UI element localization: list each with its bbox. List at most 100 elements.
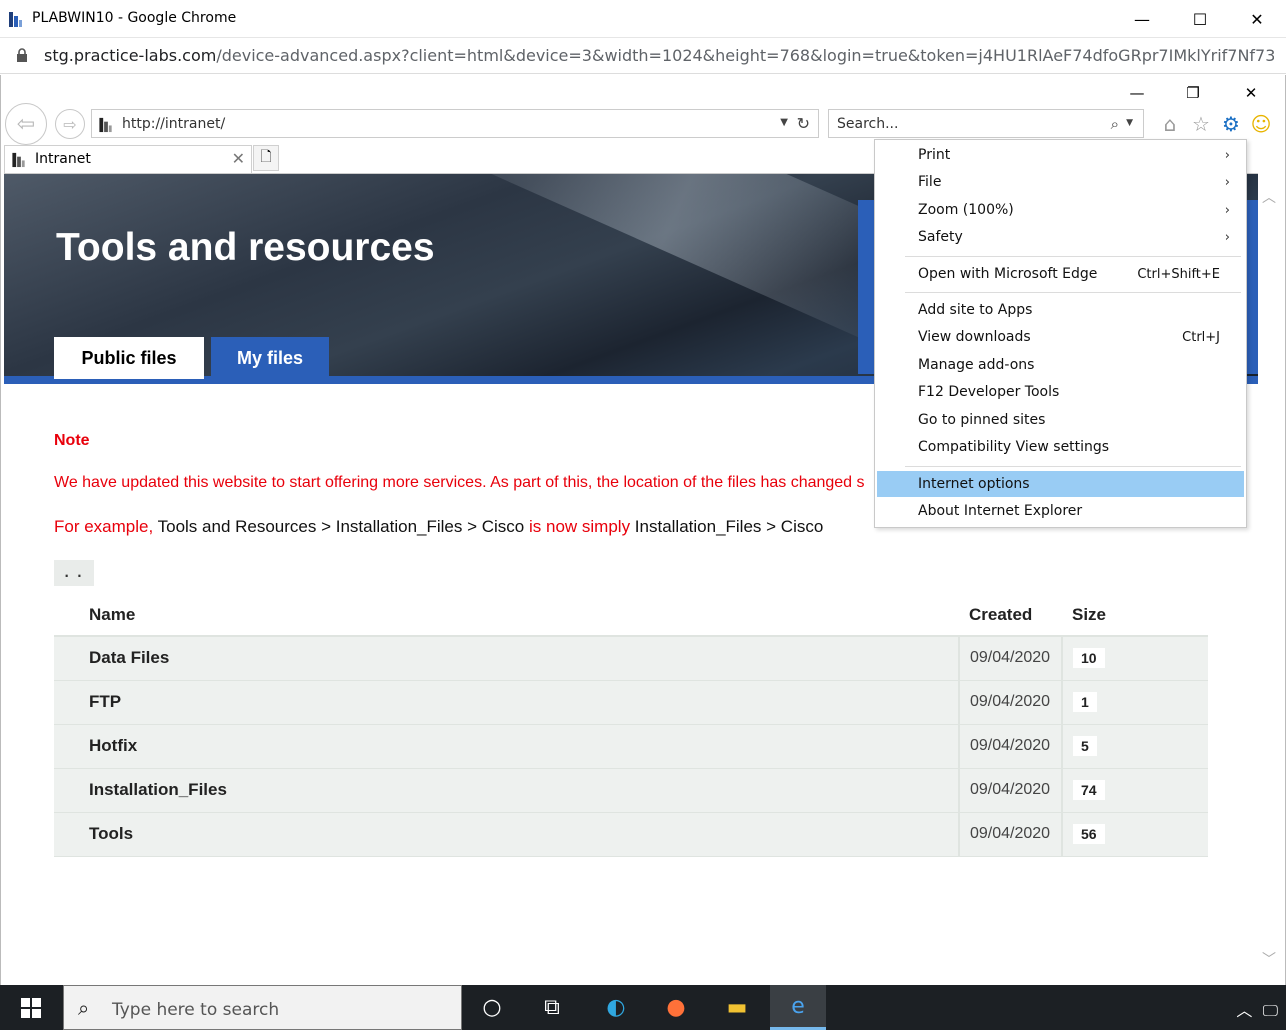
windows-logo-icon <box>21 997 41 1018</box>
new-tab-button[interactable]: 🗋 <box>253 145 279 171</box>
folder-name[interactable]: Hotfix <box>54 724 959 769</box>
menu-item-zoom[interactable]: Zoom (100%) › <box>877 197 1244 223</box>
menu-item-open-with-edge[interactable]: Open with Microsoft Edge Ctrl+Shift+E <box>877 261 1244 287</box>
start-button[interactable] <box>0 985 62 1030</box>
folder-size: 56 <box>1073 824 1105 844</box>
column-header-created[interactable]: Created <box>959 594 1062 637</box>
internet-explorer-icon[interactable]: e <box>770 985 826 1030</box>
edge-icon[interactable]: ◐ <box>588 985 644 1030</box>
ie-restore-button[interactable]: ❐ <box>1168 80 1218 106</box>
lock-icon <box>17 48 27 62</box>
address-dropdown-icon[interactable]: ▼ <box>780 117 788 128</box>
ie-minimize-button[interactable]: — <box>1112 80 1162 106</box>
ie-close-button[interactable]: ✕ <box>1226 80 1276 106</box>
address-bar[interactable]: http://intranet/ ▼ ↻ <box>91 109 819 138</box>
table-header-row: Name Created Size <box>54 594 1208 637</box>
browser-tab-intranet[interactable]: Intranet ✕ <box>4 145 252 173</box>
menu-item-view-downloads[interactable]: View downloads Ctrl+J <box>877 324 1244 350</box>
back-button[interactable]: ⇦ <box>5 103 47 145</box>
vertical-scrollbar[interactable]: ︿ ﹀ <box>1258 173 1282 983</box>
tools-menu: Print › File › Zoom (100%) › Safety › Open w… <box>874 139 1247 528</box>
submenu-arrow-icon: › <box>1224 147 1230 163</box>
site-favicon-icon <box>99 117 112 133</box>
search-icon[interactable]: ⌕ <box>1111 115 1119 133</box>
tray-chevron-icon[interactable]: ︿ <box>1236 1001 1252 1020</box>
taskbar-search[interactable]: ⌕ Type here to search <box>63 985 462 1030</box>
tab-public-files[interactable]: Public files <box>54 337 204 379</box>
forward-button[interactable]: ⇨ <box>55 109 85 139</box>
submenu-arrow-icon: › <box>1224 202 1230 218</box>
taskbar: ⌕ Type here to search ○ ⧉ ◐ ● ▬ e ︿ 🖵 <box>0 985 1286 1030</box>
folder-size: 74 <box>1073 780 1105 800</box>
task-view-icon[interactable]: ⧉ <box>524 985 580 1030</box>
scroll-down-icon[interactable]: ﹀ <box>1262 949 1276 969</box>
submenu-arrow-icon: › <box>1224 174 1230 190</box>
menu-item-compatibility-view-settings[interactable]: Compatibility View settings <box>877 434 1244 460</box>
address-text[interactable]: http://intranet/ <box>122 116 225 132</box>
table-row[interactable]: Tools 09/04/2020 56 <box>54 812 1208 857</box>
menu-item-file[interactable]: File › <box>877 169 1244 195</box>
refresh-icon[interactable]: ↻ <box>797 114 810 133</box>
search-box[interactable]: Search... ⌕ ▼ <box>828 109 1144 138</box>
note-title: Note <box>54 432 90 449</box>
folder-created: 09/04/2020 <box>958 680 1062 725</box>
smiley-feedback-icon[interactable]: ☺ <box>1248 111 1274 137</box>
close-button[interactable]: ✕ <box>1228 0 1286 38</box>
search-icon: ⌕ <box>78 996 90 1020</box>
column-header-name[interactable]: Name <box>54 594 959 637</box>
menu-item-about-internet-explorer[interactable]: About Internet Explorer <box>877 498 1244 524</box>
url-text[interactable]: stg.practice-labs.com/device-advanced.as… <box>44 46 1274 65</box>
scroll-up-icon[interactable]: ︿ <box>1262 187 1276 207</box>
table-row[interactable]: FTP 09/04/2020 1 <box>54 680 1208 725</box>
table-row[interactable]: Installation_Files 09/04/2020 74 <box>54 768 1208 813</box>
folder-name[interactable]: Installation_Files <box>54 768 959 813</box>
folder-created: 09/04/2020 <box>958 812 1062 857</box>
file-explorer-icon[interactable]: ▬ <box>709 985 765 1030</box>
menu-item-f12-developer-tools[interactable]: F12 Developer Tools <box>877 379 1244 405</box>
menu-item-safety[interactable]: Safety › <box>877 224 1244 250</box>
menu-item-manage-add-ons[interactable]: Manage add-ons <box>877 352 1244 378</box>
forward-arrow-icon: ⇨ <box>63 114 77 134</box>
folder-name[interactable]: Tools <box>54 812 959 857</box>
search-dropdown-icon[interactable]: ▼ <box>1126 118 1133 128</box>
folder-size: 10 <box>1073 648 1105 669</box>
firefox-icon[interactable]: ● <box>648 985 704 1030</box>
folder-created: 09/04/2020 <box>958 636 1062 681</box>
network-icon[interactable]: 🖵 <box>1263 1001 1278 1020</box>
window-title: PLABWIN10 - Google Chrome <box>32 10 237 26</box>
menu-item-add-site-to-apps[interactable]: Add site to Apps <box>877 297 1244 323</box>
table-row[interactable]: Hotfix 09/04/2020 5 <box>54 724 1208 769</box>
home-icon[interactable]: ⌂ <box>1157 111 1183 137</box>
table-row[interactable]: Data Files 09/04/2020 10 <box>54 636 1208 681</box>
submenu-arrow-icon: › <box>1224 229 1230 245</box>
chrome-title-bar: PLABWIN10 - Google Chrome — ☐ ✕ <box>0 0 1286 38</box>
folder-created: 09/04/2020 <box>958 768 1062 813</box>
menu-separator <box>905 256 1241 257</box>
maximize-button[interactable]: ☐ <box>1171 0 1229 38</box>
parent-folder-button[interactable]: . . <box>54 560 94 586</box>
cortana-icon[interactable]: ○ <box>464 985 520 1030</box>
column-header-size[interactable]: Size <box>1062 594 1208 637</box>
minimize-button[interactable]: — <box>1113 0 1171 38</box>
menu-item-print[interactable]: Print › <box>877 142 1244 168</box>
folder-name[interactable]: FTP <box>54 680 959 725</box>
menu-item-go-to-pinned-sites[interactable]: Go to pinned sites <box>877 407 1244 433</box>
taskbar-search-input[interactable]: Type here to search <box>112 1000 279 1020</box>
chrome-url-bar[interactable]: stg.practice-labs.com/device-advanced.as… <box>0 38 1286 74</box>
tab-close-icon[interactable]: ✕ <box>232 149 245 168</box>
folder-size: 1 <box>1073 692 1097 712</box>
folder-size: 5 <box>1073 736 1097 756</box>
menu-item-internet-options[interactable]: Internet options <box>877 471 1244 497</box>
note-text: We have updated this website to start of… <box>54 474 865 491</box>
menu-separator <box>905 466 1241 467</box>
new-tab-icon: 🗋 <box>260 149 272 165</box>
folder-name[interactable]: Data Files <box>54 636 959 681</box>
search-input[interactable]: Search... <box>837 116 898 132</box>
favorites-star-icon[interactable]: ☆ <box>1188 111 1214 137</box>
file-table: Name Created Size Data Files 09/04/2020 … <box>54 594 1208 857</box>
tab-my-files[interactable]: My files <box>211 337 329 379</box>
system-tray[interactable]: ︿ 🖵 <box>1236 997 1278 1021</box>
gear-icon[interactable]: ⚙ <box>1218 111 1244 137</box>
back-arrow-icon: ⇦ <box>16 111 36 137</box>
page-title: Tools and resources <box>56 226 435 269</box>
